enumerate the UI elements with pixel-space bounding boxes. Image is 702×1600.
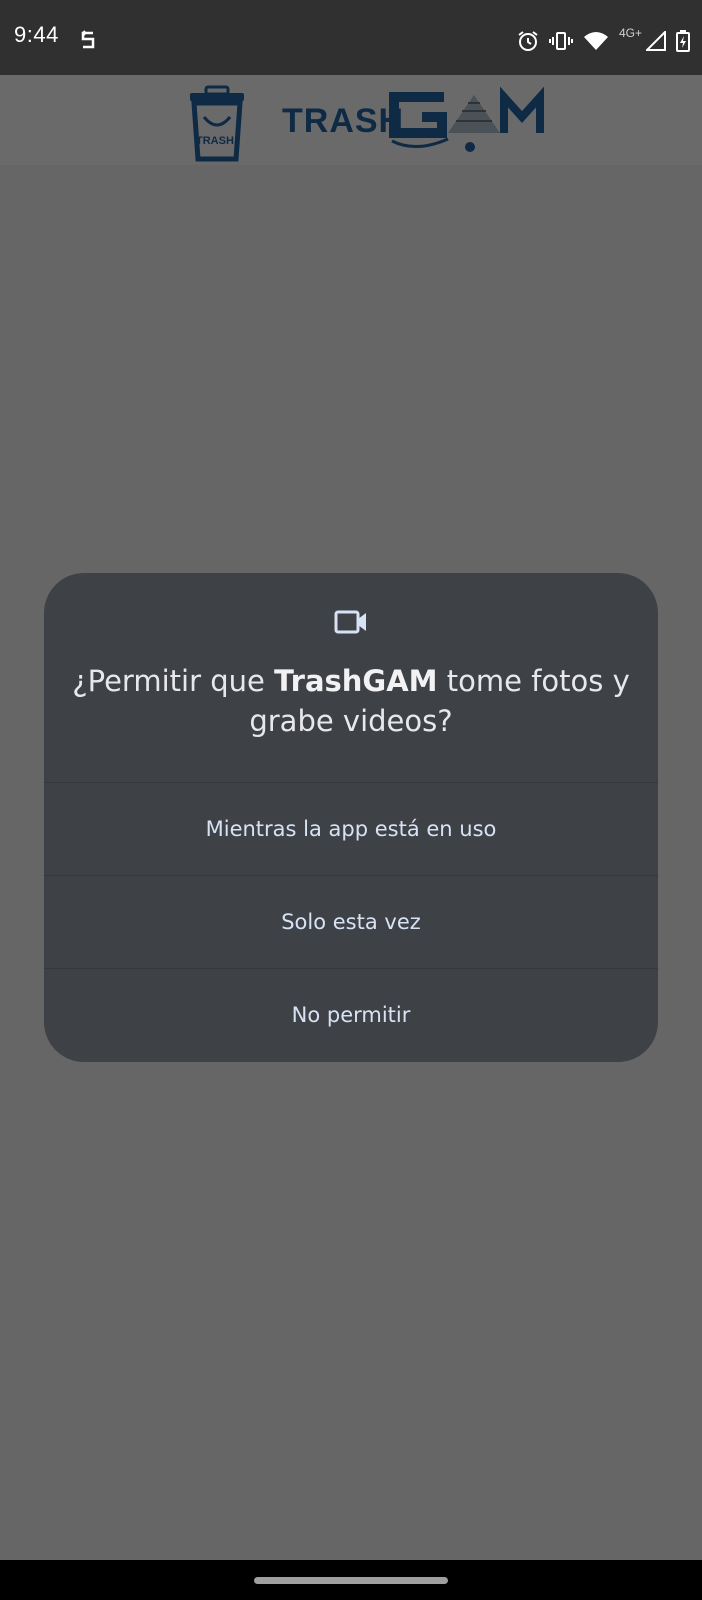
dialog-title-app-name: TrashGAM — [274, 664, 438, 698]
battery-charging-icon — [676, 30, 690, 56]
dialog-title: ¿Permitir que TrashGAM tome fotos y grab… — [64, 661, 638, 741]
allow-while-using-button[interactable]: Mientras la app está en uso — [44, 783, 658, 875]
status-time: 9:44 — [14, 22, 59, 47]
logo-badge-label: TRASH — [196, 135, 234, 147]
sync-icon — [80, 30, 96, 54]
status-bar: 9:44 4G+ — [0, 0, 702, 75]
home-gesture-handle[interactable] — [254, 1577, 448, 1584]
vibrate-icon — [548, 31, 573, 55]
dialog-title-prefix: ¿Permitir que — [72, 664, 275, 698]
videocam-icon — [334, 608, 368, 640]
deny-button[interactable]: No permitir — [44, 969, 658, 1061]
network-type-label: 4G+ — [618, 26, 642, 40]
logo-text: TRASH — [282, 102, 405, 140]
allow-once-button[interactable]: Solo esta vez — [44, 876, 658, 968]
navigation-bar — [0, 1560, 702, 1600]
wifi-icon — [583, 31, 609, 55]
cell-signal-icon — [644, 29, 666, 55]
alarm-icon — [517, 30, 539, 56]
permission-dialog: ¿Permitir que TrashGAM tome fotos y grab… — [44, 573, 658, 1062]
status-icons: 4G+ — [517, 26, 690, 56]
